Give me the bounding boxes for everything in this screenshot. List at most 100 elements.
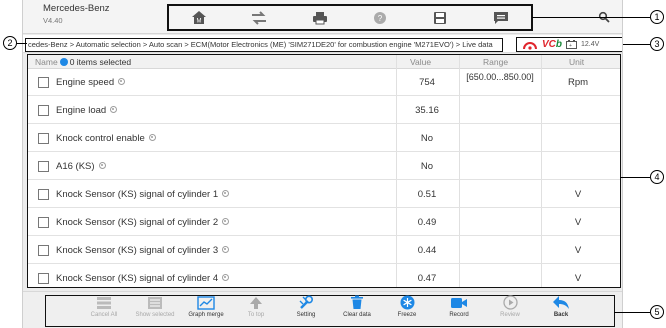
top-toolbar: M ? — [167, 4, 533, 31]
table-row[interactable]: Engine speed 754 [650.00...850.00] Rpm — [28, 69, 620, 96]
callout-line-1 — [532, 17, 650, 18]
graph-icon — [197, 295, 215, 310]
row-value: 0.47 — [417, 273, 437, 284]
chat-icon — [493, 11, 508, 24]
svg-text:+: + — [569, 43, 572, 49]
graph-merge-label: Graph merge — [188, 312, 224, 318]
row-name: Knock Sensor (KS) signal of cylinder 2 — [56, 217, 230, 228]
row-name: A16 (KS) — [56, 161, 106, 172]
table-row[interactable]: Knock Sensor (KS) signal of cylinder 1 0.… — [28, 181, 620, 208]
row-unit: V — [574, 217, 582, 228]
row-value: No — [420, 161, 434, 172]
callout-line-3 — [623, 44, 650, 45]
info-icon[interactable] — [222, 218, 230, 225]
back-label: Back — [553, 312, 569, 318]
diagnostic-screen: Mercedes-Benz V4.40 M ? cedes-Benz > Aut… — [22, 0, 623, 328]
callout-3: 3 — [650, 37, 664, 51]
callout-line-5 — [614, 312, 650, 313]
graph-merge-button[interactable]: Graph merge — [181, 295, 231, 318]
show-selected-button[interactable]: Show selected — [130, 295, 180, 318]
arrow-up-icon — [250, 296, 262, 309]
battery-voltage: 12.4V — [581, 41, 600, 48]
info-icon[interactable] — [118, 78, 126, 85]
table-header: Name 0 items selected Value Range Unit — [28, 55, 620, 69]
video-camera-icon — [451, 297, 467, 308]
back-button[interactable]: Back — [536, 295, 586, 318]
table-row[interactable]: Knock Sensor (KS) signal of cylinder 2 0.… — [28, 209, 620, 236]
show-selected-label: Show selected — [135, 312, 175, 318]
column-value-header: Value — [410, 57, 432, 67]
connection-icon — [523, 41, 537, 50]
vci-label: VCb — [542, 39, 563, 50]
column-range-header: Range — [483, 57, 509, 67]
column-name-header: Name 0 items selected — [35, 57, 132, 67]
row-unit: Rpm — [567, 77, 589, 88]
app-version: V4.40 — [43, 16, 63, 25]
table-row[interactable]: Knock Sensor (KS) signal of cylinder 3 0.… — [28, 237, 620, 264]
row-checkbox[interactable] — [38, 217, 49, 228]
row-checkbox[interactable] — [38, 245, 49, 256]
row-range: [650.00...850.00] — [466, 72, 534, 82]
row-name: Knock Sensor (KS) signal of cylinder 1 — [56, 189, 230, 200]
help-button[interactable]: ? — [368, 8, 392, 28]
row-unit: V — [574, 273, 582, 284]
table-row[interactable]: Knock control enable No — [28, 125, 620, 152]
table-row[interactable]: Engine load 35.16 — [28, 97, 620, 124]
to-top-label: To top — [247, 312, 265, 318]
save-button[interactable] — [428, 8, 452, 28]
row-checkbox[interactable] — [38, 77, 49, 88]
setting-button[interactable]: Setting — [281, 295, 331, 318]
home-button[interactable]: M — [187, 8, 211, 28]
row-unit: V — [574, 189, 582, 200]
message-button[interactable] — [489, 8, 513, 28]
row-checkbox[interactable] — [38, 161, 49, 172]
row-value: 0.49 — [417, 217, 437, 228]
list-icon — [97, 296, 111, 309]
info-icon[interactable] — [110, 106, 118, 113]
row-value: 754 — [419, 77, 435, 88]
breadcrumb: cedes-Benz > Automatic selection > Auto … — [25, 38, 503, 52]
review-button[interactable]: Review — [485, 295, 535, 318]
info-icon[interactable] — [222, 190, 230, 197]
cancel-all-label: Cancel All — [90, 312, 118, 318]
svg-text:?: ? — [378, 14, 383, 23]
search-button[interactable] — [598, 10, 610, 28]
record-button[interactable]: Record — [434, 295, 484, 318]
info-icon[interactable] — [222, 274, 230, 281]
row-checkbox[interactable] — [38, 133, 49, 144]
callout-4: 4 — [650, 170, 664, 184]
to-top-button[interactable]: To top — [231, 295, 281, 318]
row-name: Engine speed — [56, 77, 126, 88]
row-value: 0.44 — [417, 245, 437, 256]
vci-status: VCb + 12.4V — [516, 37, 622, 52]
info-icon[interactable] — [148, 134, 156, 141]
callout-line-4 — [620, 177, 650, 178]
row-checkbox[interactable] — [38, 105, 49, 116]
vehicle-swap-button[interactable] — [247, 8, 271, 28]
clear-data-label: Clear data — [343, 312, 371, 318]
checklist-icon — [148, 296, 162, 309]
battery-icon: + — [566, 40, 578, 49]
selection-indicator-icon — [59, 58, 68, 66]
row-checkbox[interactable] — [38, 189, 49, 200]
bottom-toolbar: Cancel All Show selected Graph merge To … — [23, 291, 622, 328]
row-value: No — [420, 133, 434, 144]
row-name: Knock Sensor (KS) signal of cylinder 4 — [56, 273, 230, 284]
info-icon[interactable] — [222, 246, 230, 253]
table-row[interactable]: A16 (KS) No — [28, 153, 620, 180]
print-button[interactable] — [308, 8, 332, 28]
app-title: Mercedes-Benz — [43, 3, 110, 14]
row-value: 0.51 — [417, 189, 437, 200]
row-value: 35.16 — [415, 105, 439, 116]
callout-5: 5 — [650, 305, 664, 319]
setting-label: Setting — [296, 312, 316, 318]
row-checkbox[interactable] — [38, 273, 49, 284]
home-icon: M — [192, 11, 207, 25]
table-row[interactable]: Knock Sensor (KS) signal of cylinder 4 0.… — [28, 265, 620, 287]
help-icon: ? — [374, 11, 387, 24]
info-icon[interactable] — [98, 162, 106, 169]
freeze-button[interactable]: Freeze — [382, 295, 432, 318]
clear-data-button[interactable]: Clear data — [332, 295, 382, 318]
printer-icon — [312, 11, 327, 24]
cancel-all-button[interactable]: Cancel All — [79, 295, 129, 318]
